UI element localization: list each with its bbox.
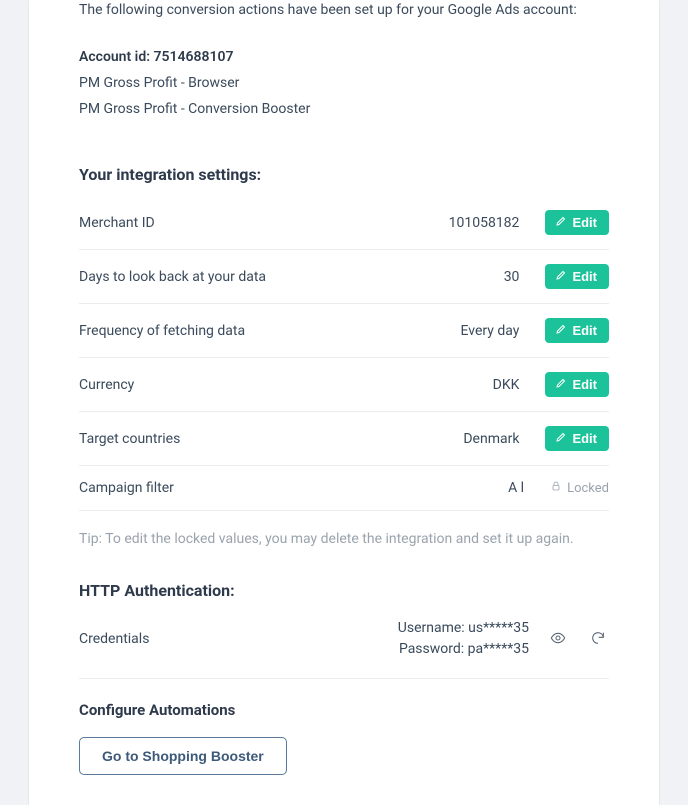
setting-row-target-countries: Target countries Denmark Edit xyxy=(79,412,609,466)
setting-row-lookback: Days to look back at your data 30 Edit xyxy=(79,250,609,304)
credentials-row: Credentials Username: us*****35 Password… xyxy=(79,600,609,679)
conversion-action: PM Gross Profit - Browser xyxy=(79,75,609,91)
eye-icon xyxy=(550,630,566,649)
credentials-password: Password: pa*****35 xyxy=(398,639,529,660)
setting-row-frequency: Frequency of fetching data Every day Edi… xyxy=(79,304,609,358)
setting-row-campaign-filter: Campaign filter A l Locked xyxy=(79,466,609,511)
setting-value: A l xyxy=(508,480,550,496)
setting-row-merchant-id: Merchant ID 101058182 Edit xyxy=(79,196,609,250)
setting-row-currency: Currency DKK Edit xyxy=(79,358,609,412)
setting-value: Denmark xyxy=(463,431,545,447)
setting-label: Frequency of fetching data xyxy=(79,323,461,339)
edit-button-label: Edit xyxy=(572,323,597,338)
credentials-values: Username: us*****35 Password: pa*****35 xyxy=(398,618,529,660)
intro-text: The following conversion actions have be… xyxy=(79,0,609,21)
locked-label: Locked xyxy=(567,481,609,496)
pencil-icon xyxy=(555,431,567,446)
edit-button-label: Edit xyxy=(572,431,597,446)
credentials-label: Credentials xyxy=(79,631,149,647)
edit-button[interactable]: Edit xyxy=(545,318,609,343)
edit-button[interactable]: Edit xyxy=(545,426,609,451)
edit-button-label: Edit xyxy=(572,215,597,230)
setting-label: Campaign filter xyxy=(79,480,508,496)
setting-value: DKK xyxy=(493,377,546,393)
tip: Tip: To edit the locked values, you may … xyxy=(79,531,609,547)
edit-button[interactable]: Edit xyxy=(545,264,609,289)
pencil-icon xyxy=(555,323,567,338)
reveal-button[interactable] xyxy=(547,627,569,652)
edit-button-label: Edit xyxy=(572,377,597,392)
setting-value: 101058182 xyxy=(449,215,546,231)
edit-button-label: Edit xyxy=(572,269,597,284)
setting-label: Days to look back at your data xyxy=(79,269,504,285)
account-id: Account id: 7514688107 xyxy=(79,49,609,65)
setting-value: 30 xyxy=(504,269,546,285)
tip-label: Tip: xyxy=(79,531,102,547)
locked-badge: Locked xyxy=(550,480,609,496)
configure-automations-heading: Configure Automations xyxy=(79,701,609,719)
edit-button[interactable]: Edit xyxy=(545,372,609,397)
credentials-username: Username: us*****35 xyxy=(398,618,529,639)
go-to-shopping-booster-button[interactable]: Go to Shopping Booster xyxy=(79,737,287,775)
lock-icon xyxy=(550,480,562,496)
refresh-icon xyxy=(590,630,606,649)
http-auth-heading: HTTP Authentication: xyxy=(79,581,609,600)
setting-label: Target countries xyxy=(79,431,463,447)
settings-list: Merchant ID 101058182 Edit Days to look … xyxy=(79,196,609,511)
tip-text: To edit the locked values, you may delet… xyxy=(102,531,574,547)
conversion-action: PM Gross Profit - Conversion Booster xyxy=(79,101,609,117)
setting-value: Every day xyxy=(461,323,546,339)
pencil-icon xyxy=(555,215,567,230)
edit-button[interactable]: Edit xyxy=(545,210,609,235)
refresh-button[interactable] xyxy=(587,627,609,652)
setting-label: Merchant ID xyxy=(79,215,449,231)
pencil-icon xyxy=(555,377,567,392)
setting-label: Currency xyxy=(79,377,493,393)
pencil-icon xyxy=(555,269,567,284)
settings-heading: Your integration settings: xyxy=(79,165,609,184)
